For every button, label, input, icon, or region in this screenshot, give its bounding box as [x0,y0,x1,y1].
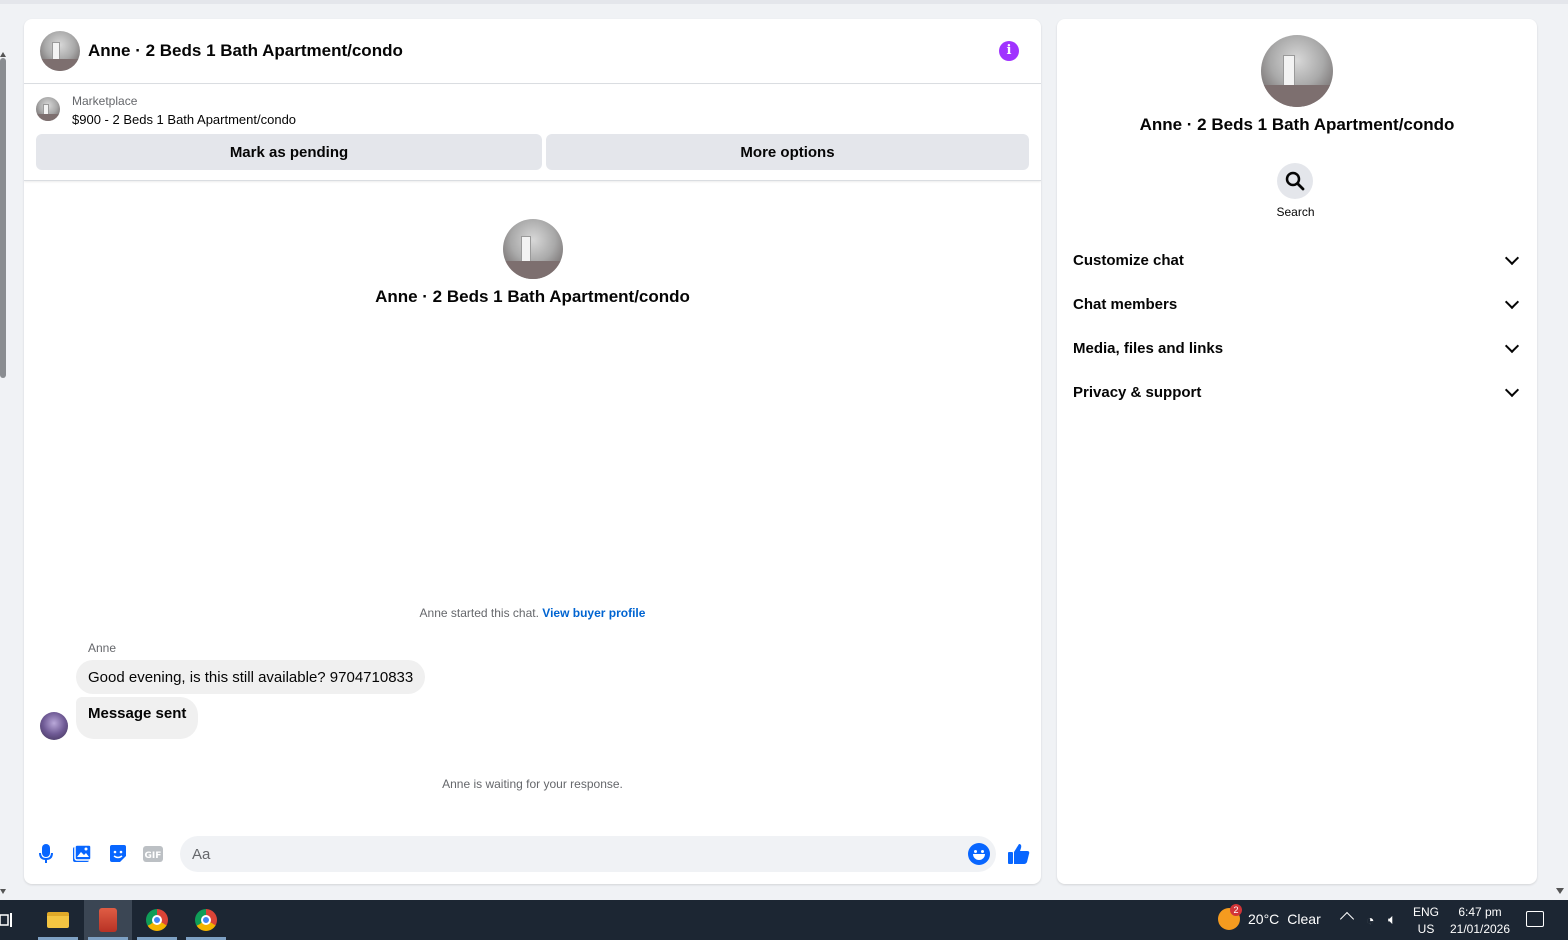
chat-info-panel: Anne · 2 Beds 1 Bath Apartment/condo Sea… [1057,19,1537,884]
chrome-icon [146,909,168,931]
search-label: Search [1276,205,1315,219]
language-region: US [1417,922,1435,936]
app-icon [99,908,117,932]
language-indicator[interactable]: ENG US [1413,904,1439,938]
language-code: ENG [1413,905,1440,919]
listing-thumbnail[interactable] [36,97,60,121]
privacy-support-section[interactable]: Privacy & support [1073,372,1521,412]
chat-title[interactable]: Anne · 2 Beds 1 Bath Apartment/condo [88,41,403,61]
marketplace-label: Marketplace [72,94,138,108]
taskbar-app[interactable] [84,900,132,940]
weather-widget[interactable]: 2 20°C Clear [1218,904,1321,930]
like-icon[interactable] [1007,842,1031,866]
wifi-icon[interactable]: ◔ [1366,912,1374,928]
search-icon [1285,171,1305,191]
waiting-notice: Anne is waiting for your response. [442,777,623,791]
scroll-up-arrow[interactable] [0,52,6,57]
tray-chevron-up-icon[interactable] [1339,911,1355,927]
clock-time: 6:47 pm [1458,905,1502,919]
clock-date: 21/01/2026 [1449,922,1511,936]
listing-title[interactable]: $900 - 2 Beds 1 Bath Apartment/condo [72,112,296,127]
windows-taskbar: 2 20°C Clear ◔ 🔈︎ ENG US 6:47 pm 21/01/2… [0,900,1568,940]
image-icon[interactable] [72,844,92,864]
weather-condition: Clear [1287,911,1321,927]
scroll-down-arrow-left[interactable] [0,889,6,894]
message-bubble[interactable]: Message sent [76,697,199,739]
file-explorer-app[interactable] [34,900,82,940]
info-avatar[interactable] [1261,35,1333,107]
chat-intro: Anne · 2 Beds 1 Bath Apartment/condo [24,219,1041,307]
chrome-app[interactable] [182,900,230,940]
taskbar-clock[interactable]: 6:47 pm 21/01/2026 [1448,904,1512,938]
section-label: Customize chat [1073,251,1184,269]
message-bubble[interactable]: Good evening, is this still available? 9… [76,660,426,694]
customize-chat-section[interactable]: Customize chat [1073,240,1521,280]
weather-badge: 2 [1230,904,1242,916]
media-files-links-section[interactable]: Media, files and links [1073,328,1521,368]
message-input[interactable] [180,836,996,872]
chat-panel: Anne · 2 Beds 1 Bath Apartment/condo i M… [24,19,1041,884]
chevron-down-icon [1504,294,1520,310]
emoji-icon[interactable] [968,843,990,865]
weather-temp: 20°C [1248,911,1280,927]
marketplace-bar: Marketplace $900 - 2 Beds 1 Bath Apartme… [24,85,1041,181]
chat-avatar[interactable] [40,31,80,71]
volume-icon[interactable]: 🔈︎ [1388,911,1396,928]
task-view-icon[interactable] [0,910,16,930]
more-options-button[interactable]: More options [546,134,1029,170]
sticker-icon[interactable] [108,844,128,864]
section-label: Chat members [1073,295,1178,313]
notifications-icon[interactable] [1526,911,1544,927]
gif-icon[interactable]: GIF [143,844,163,864]
chat-header: Anne · 2 Beds 1 Bath Apartment/condo i [24,19,1041,84]
chrome-app-profile[interactable] [133,900,181,940]
view-buyer-profile-link[interactable]: View buyer profile [542,606,645,620]
chevron-down-icon [1504,382,1520,398]
weather-moon-icon: 2 [1218,904,1242,930]
microphone-icon[interactable] [36,844,56,864]
chevron-down-icon [1504,338,1520,354]
svg-text:GIF: GIF [145,851,162,861]
chat-started-notice: Anne started this chat. View buyer profi… [24,606,1041,620]
page-scrollbar[interactable] [0,58,6,378]
info-icon[interactable]: i [999,41,1019,61]
mark-as-pending-button[interactable]: Mark as pending [36,134,542,170]
sender-avatar[interactable] [40,712,68,740]
section-label: Privacy & support [1073,383,1202,401]
browser-top-strip [0,0,1568,4]
folder-icon [47,912,69,928]
section-label: Media, files and links [1073,339,1224,357]
message-sender-name: Anne [88,641,117,655]
search-button[interactable] [1277,163,1313,199]
intro-title: Anne · 2 Beds 1 Bath Apartment/condo [375,287,690,306]
scroll-down-arrow[interactable] [1556,888,1564,894]
chevron-down-icon [1504,250,1520,266]
chat-started-text: Anne started this chat. [419,606,539,620]
info-title: Anne · 2 Beds 1 Bath Apartment/condo [1139,115,1455,134]
message-composer: GIF [24,831,1041,879]
intro-avatar [502,219,563,279]
chrome-icon [195,909,217,931]
chat-members-section[interactable]: Chat members [1073,284,1521,324]
